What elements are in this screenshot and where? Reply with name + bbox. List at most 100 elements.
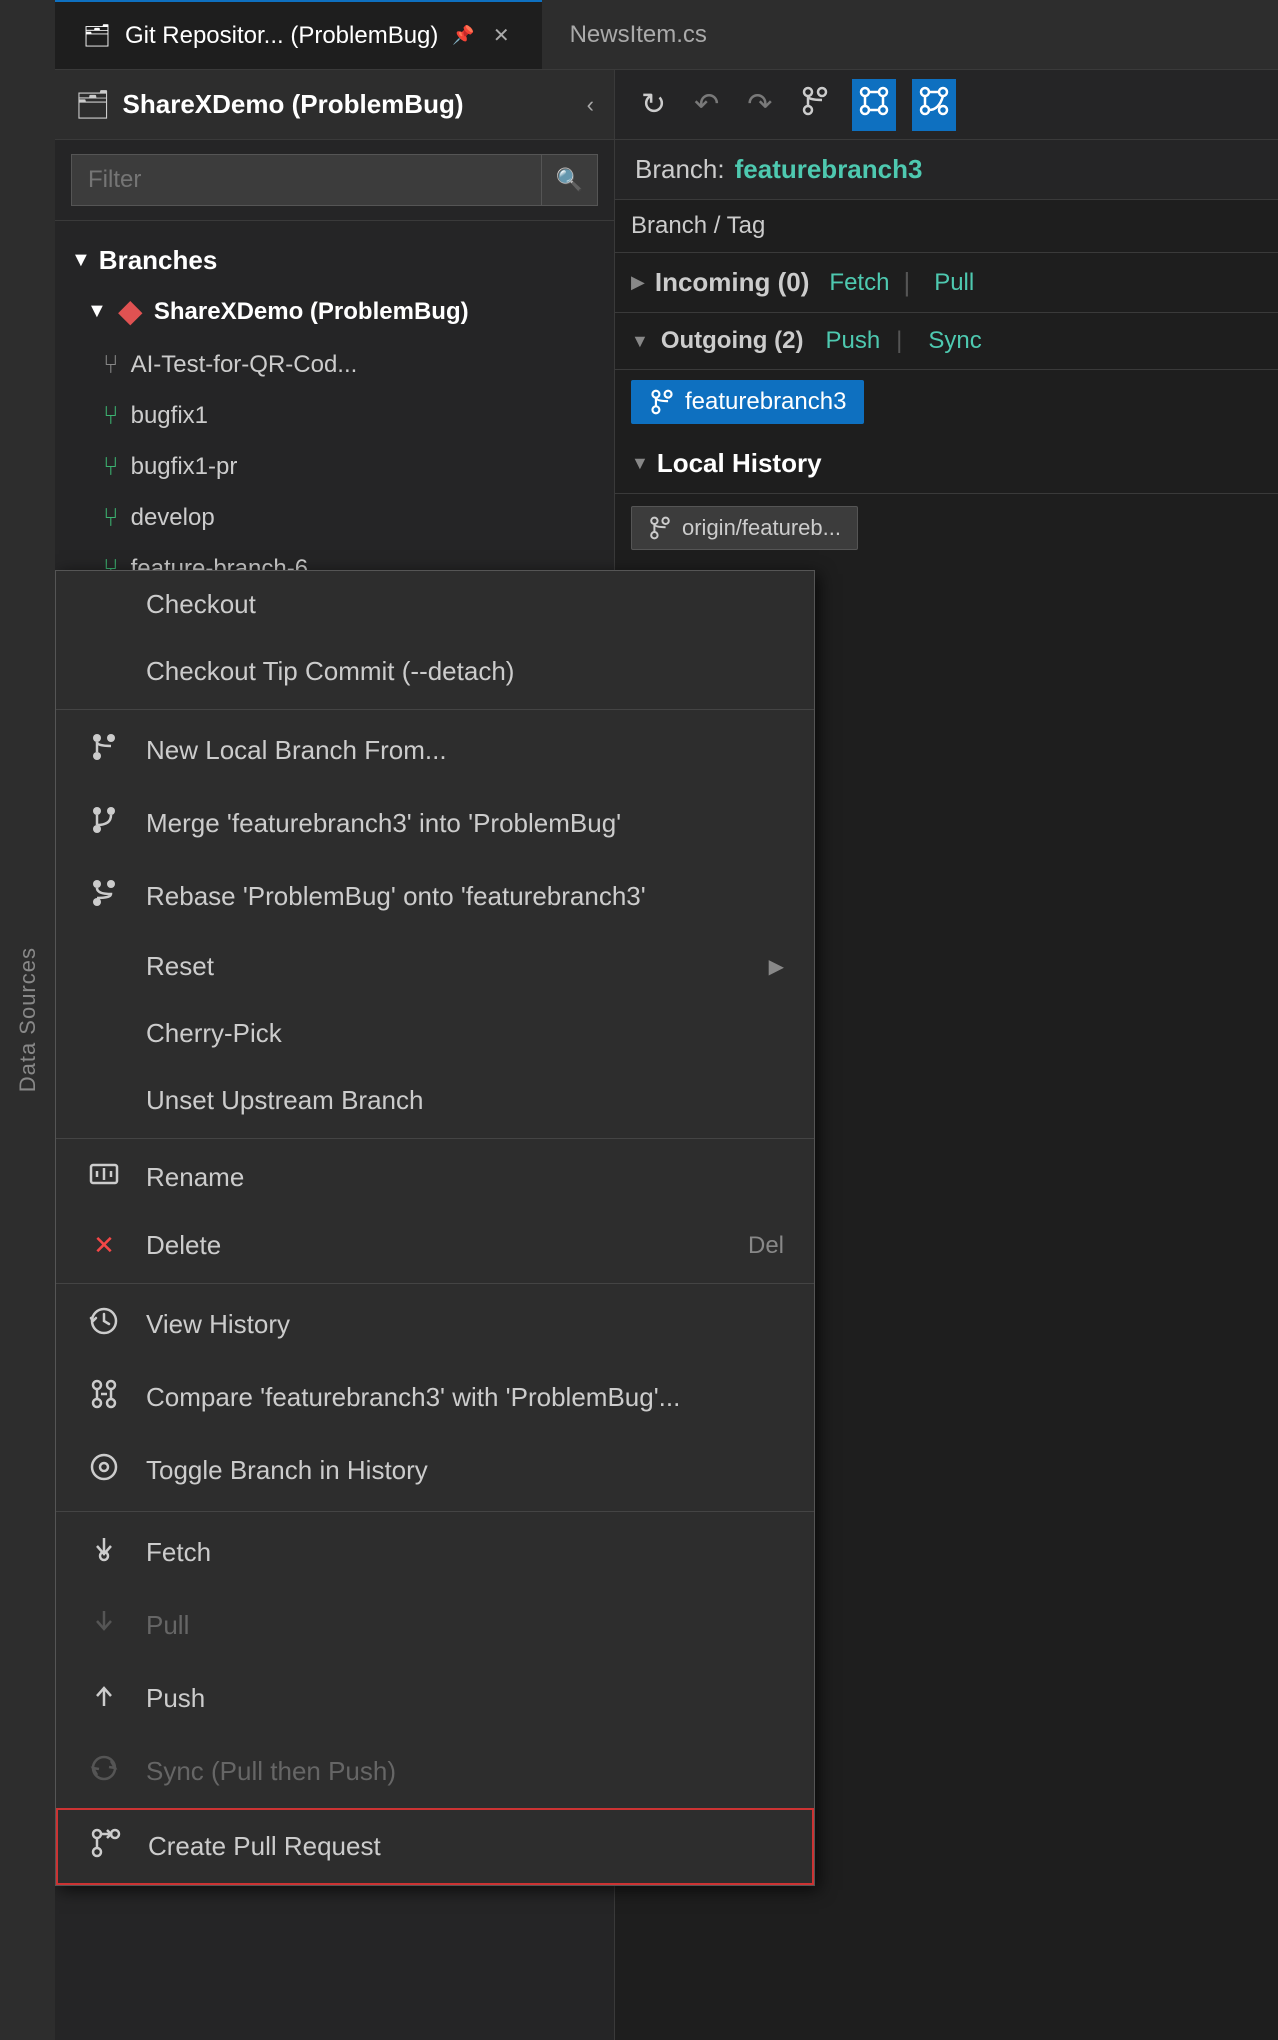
branch-info-row: Branch: featurebranch3 [615, 140, 1278, 200]
branches-label: Branches [99, 245, 218, 276]
branch-item-3[interactable]: ⑂ develop [55, 492, 614, 543]
rebase-label: Rebase 'ProblemBug' onto 'featurebranch3… [146, 881, 784, 912]
tab-git-repo-icon: 🗂 [83, 23, 111, 49]
refresh-icon[interactable]: ↻ [635, 81, 672, 128]
branch-label-1: bugfix1 [131, 402, 208, 430]
sync-button[interactable]: Sync [928, 327, 981, 355]
outgoing-branch-label: featurebranch3 [685, 388, 846, 416]
branch-icon[interactable] [794, 80, 836, 130]
view-history-label: View History [146, 1309, 784, 1340]
rebase-icon [86, 878, 122, 915]
tab-newsitem[interactable]: NewsItem.cs [542, 0, 735, 69]
menu-divider-3 [56, 1283, 814, 1284]
menu-item-view-history[interactable]: View History [56, 1288, 814, 1361]
sidebar-strip-label: Data Sources [15, 947, 41, 1092]
toolbar-row: ↻ ↶ ↷ [615, 70, 1278, 140]
menu-item-pull: Pull [56, 1589, 814, 1662]
menu-item-merge[interactable]: Merge 'featurebranch3' into 'ProblemBug' [56, 787, 814, 860]
repo-chevron-icon: ‹ [587, 92, 594, 118]
search-icon: 🔍 [542, 154, 598, 206]
branch-group-name: ShareXDemo (ProblemBug) [154, 298, 469, 326]
rename-label: Rename [146, 1162, 784, 1193]
menu-item-reset[interactable]: Reset ▶ [56, 933, 814, 1000]
menu-item-delete[interactable]: ✕ Delete Del [56, 1212, 814, 1279]
reset-label: Reset [146, 951, 745, 982]
sync-icon [86, 1753, 122, 1790]
all-branches-icon[interactable] [912, 79, 956, 131]
filter-input[interactable] [71, 154, 542, 206]
reset-arrow-icon: ▶ [769, 954, 784, 979]
menu-item-sync: Sync (Pull then Push) [56, 1735, 814, 1808]
branch-value: featurebranch3 [735, 154, 923, 185]
menu-item-rebase[interactable]: Rebase 'ProblemBug' onto 'featurebranch3… [56, 860, 814, 933]
branches-arrow-icon: ▼ [71, 249, 91, 272]
menu-item-checkout-tip[interactable]: Checkout Tip Commit (--detach) [56, 638, 814, 705]
branch-icon-0: ⑂ [103, 349, 119, 380]
outgoing-label: Outgoing (2) [661, 327, 804, 355]
network-icon[interactable] [852, 79, 896, 131]
menu-item-new-branch[interactable]: New Local Branch From... [56, 714, 814, 787]
menu-item-create-pr[interactable]: Create Pull Request [56, 1808, 814, 1885]
context-menu: Checkout Checkout Tip Commit (--detach) [55, 570, 815, 1886]
origin-chip-label: origin/featureb... [682, 515, 841, 541]
undo-icon[interactable]: ↶ [688, 81, 725, 128]
tab-pin-icon: 📌 [452, 25, 474, 46]
outgoing-divider: | [896, 327, 902, 355]
branch-item-2[interactable]: ⑂ bugfix1-pr [55, 441, 614, 492]
branch-label-0: AI-Test-for-QR-Cod... [131, 351, 358, 379]
filter-bar: 🔍 [55, 140, 614, 221]
branch-tag-row: Branch / Tag [615, 200, 1278, 253]
outgoing-branch-chip[interactable]: featurebranch3 [631, 380, 864, 424]
checkout-tip-label: Checkout Tip Commit (--detach) [146, 656, 784, 687]
tab-newsitem-label: NewsItem.cs [570, 21, 707, 49]
menu-divider-1 [56, 709, 814, 710]
new-branch-icon [86, 732, 122, 769]
repo-header[interactable]: 🗂 ShareXDemo (ProblemBug) ‹ [55, 70, 614, 140]
delete-icon: ✕ [86, 1230, 122, 1261]
content-area: 🗂 ShareXDemo (ProblemBug) ‹ 🔍 ▼ Branches… [55, 70, 1278, 2040]
branch-item-1[interactable]: ⑂ bugfix1 [55, 390, 614, 441]
new-branch-label: New Local Branch From... [146, 735, 784, 766]
branches-header[interactable]: ▼ Branches [55, 237, 614, 284]
repo-icon: 🗂 [75, 88, 111, 121]
branch-tag-label: Branch / Tag [631, 212, 765, 239]
toggle-history-icon [86, 1452, 122, 1489]
local-history-label: Local History [657, 448, 822, 479]
incoming-row: ▶ Incoming (0) Fetch | Pull [615, 253, 1278, 313]
incoming-label: Incoming (0) [655, 267, 810, 298]
tab-bar: 🗂 Git Repositor... (ProblemBug) 📌 ✕ News… [55, 0, 1278, 70]
group-arrow-icon: ▼ [87, 300, 107, 323]
tab-git-repo[interactable]: 🗂 Git Repositor... (ProblemBug) 📌 ✕ [55, 0, 542, 69]
incoming-divider: | [903, 267, 910, 298]
checkout-label: Checkout [146, 589, 784, 620]
origin-chip[interactable]: origin/featureb... [631, 506, 858, 550]
branch-group[interactable]: ▼ ◆ ShareXDemo (ProblemBug) [55, 284, 614, 339]
outgoing-row: ▼ Outgoing (2) Push | Sync [615, 313, 1278, 370]
menu-item-unset-upstream[interactable]: Unset Upstream Branch [56, 1067, 814, 1134]
local-history-header: ▼ Local History [615, 434, 1278, 494]
push-label: Push [146, 1683, 784, 1714]
branch-label: Branch: [635, 154, 725, 185]
sync-label: Sync (Pull then Push) [146, 1756, 784, 1787]
menu-item-compare[interactable]: Compare 'featurebranch3' with 'ProblemBu… [56, 1361, 814, 1434]
menu-item-rename[interactable]: Rename [56, 1143, 814, 1212]
push-button[interactable]: Push [825, 327, 880, 355]
branch-icon-1: ⑂ [103, 400, 119, 431]
menu-item-toggle-history[interactable]: Toggle Branch in History [56, 1434, 814, 1507]
tab-close-icon[interactable]: ✕ [489, 19, 514, 52]
branch-item-0[interactable]: ⑂ AI-Test-for-QR-Cod... [55, 339, 614, 390]
menu-item-fetch[interactable]: Fetch [56, 1516, 814, 1589]
outgoing-arrow-icon: ▼ [631, 331, 649, 352]
graph-icon[interactable]: ↷ [741, 81, 778, 128]
fetch-button[interactable]: Fetch [829, 269, 889, 297]
view-history-icon [86, 1306, 122, 1343]
local-history-arrow-icon: ▼ [631, 453, 649, 474]
rename-icon [86, 1161, 122, 1194]
compare-label: Compare 'featurebranch3' with 'ProblemBu… [146, 1382, 784, 1413]
menu-item-push[interactable]: Push [56, 1662, 814, 1735]
fetch-icon [86, 1534, 122, 1571]
menu-item-checkout[interactable]: Checkout [56, 571, 814, 638]
menu-item-cherry-pick[interactable]: Cherry-Pick [56, 1000, 814, 1067]
pull-button[interactable]: Pull [934, 269, 974, 297]
fetch-label: Fetch [146, 1537, 784, 1568]
